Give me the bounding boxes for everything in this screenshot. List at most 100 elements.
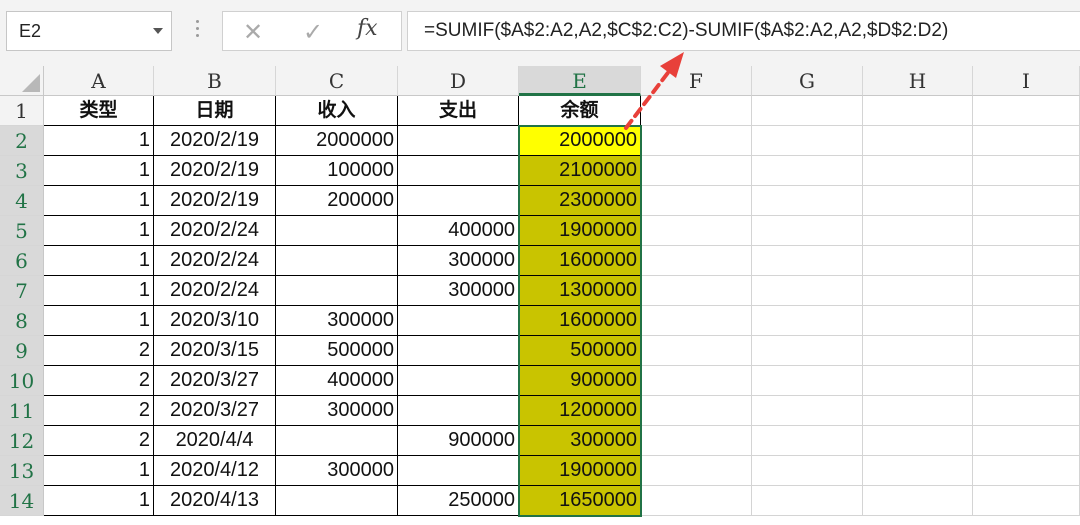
cell-h12[interactable] — [863, 426, 973, 456]
cell-e5[interactable]: 1900000 — [519, 216, 641, 246]
cell-g1[interactable] — [752, 96, 863, 126]
cell-f13[interactable] — [641, 456, 752, 486]
name-box[interactable]: E2 — [6, 11, 172, 51]
cell-b1[interactable]: 日期 — [154, 96, 276, 126]
cell-e4[interactable]: 2300000 — [519, 186, 641, 216]
drag-handle-icon[interactable] — [196, 20, 200, 42]
cell-i10[interactable] — [973, 366, 1080, 396]
cell-e1[interactable]: 余额 — [519, 96, 641, 126]
cell-b3[interactable]: 2020/2/19 — [154, 156, 276, 186]
cell-a9[interactable]: 2 — [44, 336, 154, 366]
cell-f9[interactable] — [641, 336, 752, 366]
cell-d11[interactable] — [398, 396, 519, 426]
cell-d1[interactable]: 支出 — [398, 96, 519, 126]
cell-g6[interactable] — [752, 246, 863, 276]
cell-c1[interactable]: 收入 — [276, 96, 398, 126]
cell-c10[interactable]: 400000 — [276, 366, 398, 396]
cell-e3[interactable]: 2100000 — [519, 156, 641, 186]
formula-input[interactable]: =SUMIF($A$2:A2,A2,$C$2:C2)-SUMIF($A$2:A2… — [407, 11, 1080, 51]
cell-a13[interactable]: 1 — [44, 456, 154, 486]
cell-h14[interactable] — [863, 486, 973, 516]
column-header-d[interactable]: D — [398, 66, 519, 96]
cell-b10[interactable]: 2020/3/27 — [154, 366, 276, 396]
cell-c13[interactable]: 300000 — [276, 456, 398, 486]
cell-b2[interactable]: 2020/2/19 — [154, 126, 276, 156]
row-header-7[interactable]: 7 — [0, 276, 44, 306]
cell-d12[interactable]: 900000 — [398, 426, 519, 456]
cell-a11[interactable]: 2 — [44, 396, 154, 426]
cell-d3[interactable] — [398, 156, 519, 186]
cell-g10[interactable] — [752, 366, 863, 396]
row-header-2[interactable]: 2 — [0, 126, 44, 156]
cell-c7[interactable] — [276, 276, 398, 306]
cell-i7[interactable] — [973, 276, 1080, 306]
insert-function-icon[interactable]: fx — [357, 16, 378, 41]
cell-i6[interactable] — [973, 246, 1080, 276]
cell-c12[interactable] — [276, 426, 398, 456]
row-header-8[interactable]: 8 — [0, 306, 44, 336]
cell-i12[interactable] — [973, 426, 1080, 456]
cell-c5[interactable] — [276, 216, 398, 246]
cell-c3[interactable]: 100000 — [276, 156, 398, 186]
cell-a5[interactable]: 1 — [44, 216, 154, 246]
cell-d9[interactable] — [398, 336, 519, 366]
select-all-button[interactable] — [0, 66, 44, 96]
column-header-b[interactable]: B — [154, 66, 276, 96]
column-header-a[interactable]: A — [44, 66, 154, 96]
cell-g4[interactable] — [752, 186, 863, 216]
cell-f10[interactable] — [641, 366, 752, 396]
cell-e13[interactable]: 1900000 — [519, 456, 641, 486]
cell-h2[interactable] — [863, 126, 973, 156]
cell-i4[interactable] — [973, 186, 1080, 216]
cell-c8[interactable]: 300000 — [276, 306, 398, 336]
cell-a7[interactable]: 1 — [44, 276, 154, 306]
cell-f6[interactable] — [641, 246, 752, 276]
cell-i1[interactable] — [973, 96, 1080, 126]
cell-c9[interactable]: 500000 — [276, 336, 398, 366]
cell-h11[interactable] — [863, 396, 973, 426]
cell-i9[interactable] — [973, 336, 1080, 366]
cell-i8[interactable] — [973, 306, 1080, 336]
cell-e2[interactable]: 2000000 — [519, 126, 641, 156]
row-header-14[interactable]: 14 — [0, 486, 44, 516]
cell-i2[interactable] — [973, 126, 1080, 156]
cell-f2[interactable] — [641, 126, 752, 156]
cell-a10[interactable]: 2 — [44, 366, 154, 396]
cell-i11[interactable] — [973, 396, 1080, 426]
cell-a1[interactable]: 类型 — [44, 96, 154, 126]
row-header-6[interactable]: 6 — [0, 246, 44, 276]
cell-d13[interactable] — [398, 456, 519, 486]
cell-c14[interactable] — [276, 486, 398, 516]
cell-g8[interactable] — [752, 306, 863, 336]
cell-g5[interactable] — [752, 216, 863, 246]
cell-a8[interactable]: 1 — [44, 306, 154, 336]
row-header-4[interactable]: 4 — [0, 186, 44, 216]
cell-b6[interactable]: 2020/2/24 — [154, 246, 276, 276]
cell-b8[interactable]: 2020/3/10 — [154, 306, 276, 336]
cell-h6[interactable] — [863, 246, 973, 276]
cell-i14[interactable] — [973, 486, 1080, 516]
cell-h9[interactable] — [863, 336, 973, 366]
cell-b4[interactable]: 2020/2/19 — [154, 186, 276, 216]
enter-icon[interactable]: ✓ — [299, 18, 327, 46]
column-header-h[interactable]: H — [863, 66, 973, 96]
cell-a4[interactable]: 1 — [44, 186, 154, 216]
cell-g2[interactable] — [752, 126, 863, 156]
cell-g11[interactable] — [752, 396, 863, 426]
cell-d5[interactable]: 400000 — [398, 216, 519, 246]
cell-f1[interactable] — [641, 96, 752, 126]
cell-c2[interactable]: 2000000 — [276, 126, 398, 156]
cell-f7[interactable] — [641, 276, 752, 306]
row-header-12[interactable]: 12 — [0, 426, 44, 456]
column-header-i[interactable]: I — [973, 66, 1080, 96]
cell-e11[interactable]: 1200000 — [519, 396, 641, 426]
cell-i5[interactable] — [973, 216, 1080, 246]
cell-e9[interactable]: 500000 — [519, 336, 641, 366]
cell-c11[interactable]: 300000 — [276, 396, 398, 426]
cell-e7[interactable]: 1300000 — [519, 276, 641, 306]
cell-b7[interactable]: 2020/2/24 — [154, 276, 276, 306]
cell-h10[interactable] — [863, 366, 973, 396]
cell-a14[interactable]: 1 — [44, 486, 154, 516]
row-header-3[interactable]: 3 — [0, 156, 44, 186]
cell-a6[interactable]: 1 — [44, 246, 154, 276]
